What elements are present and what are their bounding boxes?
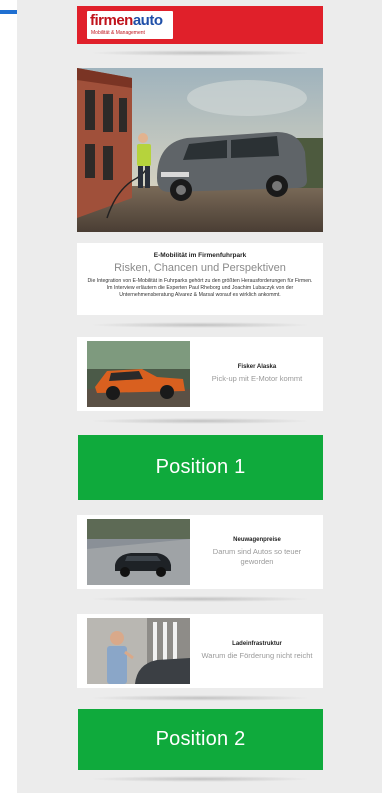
firmenauto-logo[interactable]: firmenauto Mobilität & Management [87, 11, 173, 39]
ad-slot-position-1[interactable]: Position 1 [78, 435, 323, 500]
teaser-card[interactable]: Fisker Alaska Pick-up mit E-Motor kommt [77, 337, 323, 411]
teaser-subtitle: Darum sind Autos so teuer geworden [212, 547, 302, 566]
teaser-title[interactable]: Neuwagenpreise [197, 537, 317, 543]
corner-accent-bar [0, 10, 17, 14]
orange-pickup-photo [87, 341, 190, 407]
ad-slot-position-2[interactable]: Position 2 [78, 709, 323, 770]
logo-wordmark: firmenauto [90, 12, 163, 30]
teaser-text: Ladeinfrastruktur Warum die Förderung ni… [197, 614, 317, 688]
charging-man-photo [87, 618, 190, 684]
logo-word-firmen: firmen [90, 12, 133, 29]
article-body: Die Integration von E-Mobilität in Fuhrp… [87, 278, 313, 298]
van-charging-photo [77, 68, 323, 232]
teaser-image[interactable] [87, 341, 190, 407]
teaser-card[interactable]: Ladeinfrastruktur Warum die Förderung ni… [77, 614, 323, 688]
logo-tagline: Mobilität & Management [91, 30, 145, 36]
header-shadow [88, 50, 312, 56]
teaser-text: Neuwagenpreise Darum sind Autos so teuer… [197, 515, 317, 589]
ad-label: Position 1 [155, 456, 246, 478]
main-article[interactable]: E-Mobilität im Firmenfuhrpark Risken, Ch… [77, 243, 323, 315]
teaser-shadow [88, 596, 312, 602]
teaser-image[interactable] [87, 618, 190, 684]
article-headline[interactable]: Risken, Chancen und Perspektiven [77, 262, 323, 274]
teaser-subtitle: Warum die Förderung nicht reicht [201, 651, 313, 660]
dark-sedan-photo [87, 519, 190, 585]
teaser-title[interactable]: Ladeinfrastruktur [197, 641, 317, 647]
teaser-shadow [88, 418, 312, 424]
teaser-card[interactable]: Neuwagenpreise Darum sind Autos so teuer… [77, 515, 323, 589]
teaser-shadow [88, 695, 312, 701]
teaser-image[interactable] [87, 519, 190, 585]
article-shadow [88, 322, 312, 328]
article-kicker: E-Mobilität im Firmenfuhrpark [153, 252, 247, 259]
teaser-subtitle: Pick-up mit E-Motor kommt [211, 374, 303, 383]
ad-label: Position 2 [155, 728, 246, 750]
hero-image[interactable] [77, 68, 323, 232]
teaser-title[interactable]: Fisker Alaska [197, 364, 317, 370]
logo-word-auto: auto [132, 12, 163, 29]
ad-shadow [88, 776, 312, 782]
newsletter-header: firmenauto Mobilität & Management [77, 6, 323, 44]
teaser-text: Fisker Alaska Pick-up mit E-Motor kommt [197, 337, 317, 411]
